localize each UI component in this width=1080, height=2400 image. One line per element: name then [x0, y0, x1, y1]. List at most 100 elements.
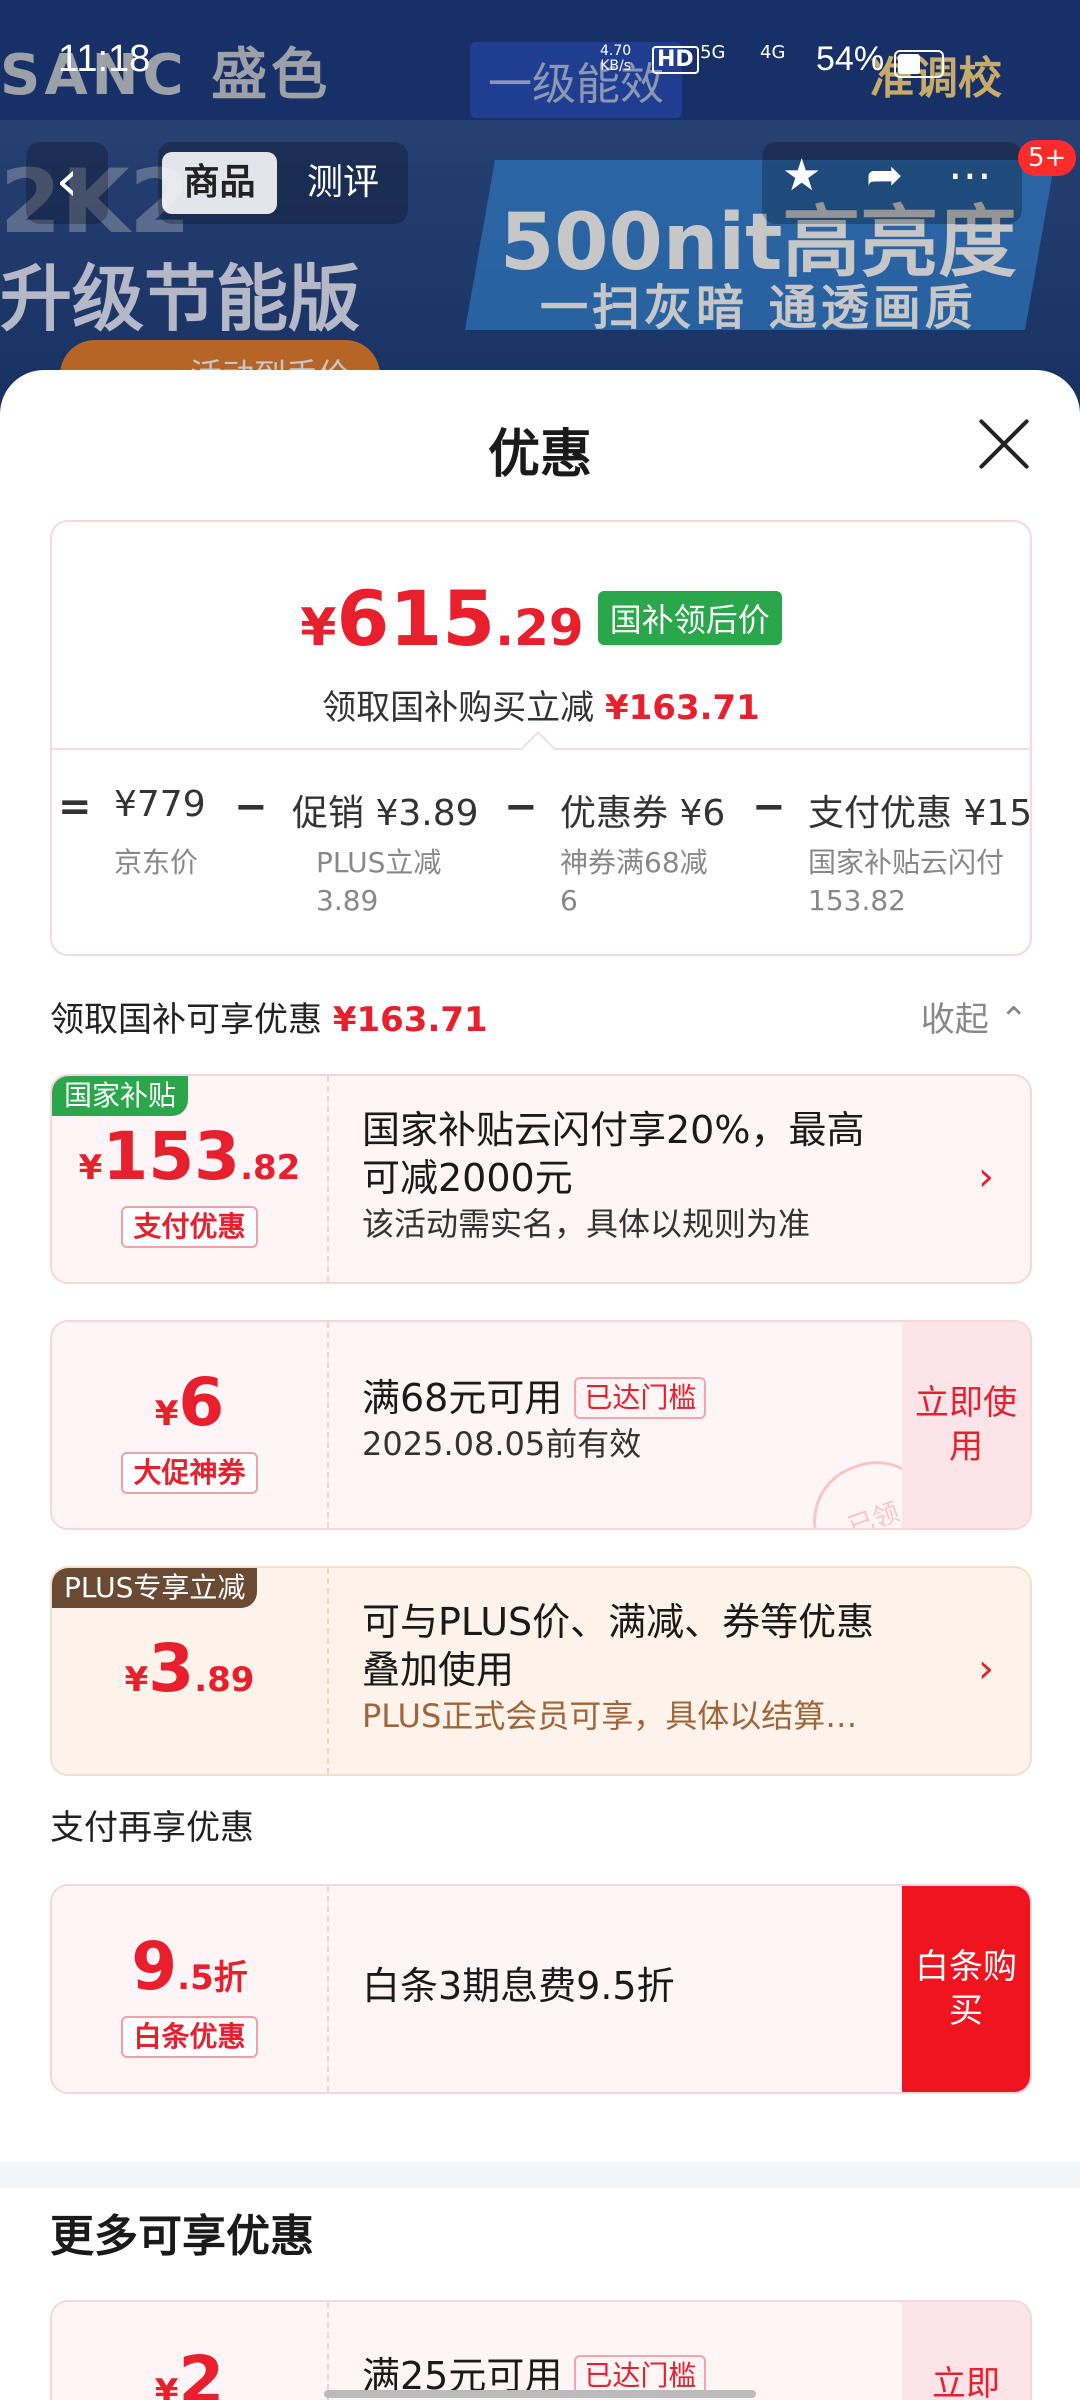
- card-tag: 支付优惠: [121, 1206, 258, 1248]
- card-amount-integer: 153: [102, 1118, 241, 1195]
- calc-label-line: PLUS立减: [316, 846, 442, 879]
- card-title-line: 可与PLUS价、满减、券等优惠: [362, 1600, 875, 1644]
- baitiao-card[interactable]: 9.5折 白条优惠 白条3期息费9.5折 白条购买: [50, 1884, 1032, 2094]
- card-tag-wrap: 白条优惠: [52, 2016, 327, 2058]
- coupon-condition: 满68元可用: [362, 1376, 563, 1420]
- hd-icon: HD: [652, 46, 699, 74]
- signal-4g-icon: 4G: [760, 42, 786, 63]
- card-amount-integer: 9: [131, 1928, 178, 2005]
- card-amount-currency: ¥: [154, 2372, 179, 2400]
- collapse-button[interactable]: 收起 ⌃: [921, 992, 1028, 1041]
- price-subtitle-amount: ¥163.71: [604, 688, 760, 728]
- card-tag: 白条优惠: [121, 2016, 258, 2058]
- card-amount-decimal: .5折: [177, 1958, 248, 1998]
- back-button[interactable]: ‹: [26, 142, 108, 224]
- coupon-card-more[interactable]: ¥2 满25元可用 已达门槛 立即: [50, 2300, 1032, 2400]
- card-content: 白条3期息费9.5折: [362, 1962, 675, 2010]
- chevron-right-icon[interactable]: ›: [978, 1154, 994, 1200]
- net-speed-unit: KB/s: [600, 58, 631, 74]
- card-content: 满68元可用 已达门槛 2025.08.05前有效: [362, 1374, 707, 1466]
- calc-label: 神券满68减 6: [560, 844, 708, 920]
- calc-value: 优惠券 ¥6: [560, 793, 726, 834]
- use-now-button[interactable]: 立即使用: [902, 1322, 1030, 1528]
- card-amount-integer: 6: [178, 1364, 225, 1441]
- card-note: 该活动需实名，具体以规则为准: [362, 1205, 811, 1243]
- card-title-line: 叠加使用: [362, 1648, 515, 1692]
- calc-label: PLUS立减 3.89: [316, 844, 441, 920]
- card-content: 可与PLUS价、满减、券等优惠 叠加使用 PLUS正式会员可享，具体以结算…: [362, 1598, 874, 1738]
- product-nav: ‹ 商品 测评 ★ ➦ ⋯ 5+: [0, 140, 1080, 230]
- payment-discount-header: 支付再享优惠: [50, 1808, 254, 1848]
- battery-icon: [894, 50, 944, 78]
- more-icon[interactable]: ⋯: [948, 150, 992, 201]
- use-now-button[interactable]: 立即: [902, 2302, 1030, 2400]
- chevron-right-icon[interactable]: ›: [978, 1646, 994, 1692]
- card-amount-currency: ¥: [78, 1148, 103, 1188]
- final-price: ¥615.29 国补领后价: [52, 574, 1030, 663]
- minus-sign: −: [504, 784, 538, 830]
- card-amount-integer: 2: [178, 2342, 225, 2400]
- calc-label: 京东价: [114, 846, 199, 879]
- card-amount: ¥3.89: [52, 1630, 327, 1707]
- calc-label: 国家补贴云闪付 153.82: [808, 844, 1004, 920]
- card-corner-tag: 国家补贴: [52, 1076, 189, 1116]
- equals-sign: =: [58, 784, 92, 830]
- card-tag: 大促神券: [121, 1452, 258, 1494]
- threshold-badge: 已达门槛: [574, 1377, 707, 1419]
- sheet-title: 优惠: [487, 425, 592, 485]
- card-divider: [327, 1568, 329, 1774]
- signal-5g-icon: 5G: [700, 42, 726, 63]
- card-title-line: 满68元可用 已达门槛: [362, 1374, 707, 1422]
- coupon-card[interactable]: ¥6 大促神券 满68元可用 已达门槛 2025.08.05前有效 已领 立即使用: [50, 1320, 1032, 1530]
- calc-value: 促销 ¥3.89: [292, 793, 479, 834]
- section-amount: ¥163.71: [332, 1000, 488, 1040]
- national-subsidy-card[interactable]: 国家补贴 ¥153.82 支付优惠 国家补贴云闪付享20%，最高 可减2000元…: [50, 1074, 1032, 1284]
- price-subtitle: 领取国补购买立减 ¥163.71: [52, 680, 1030, 729]
- card-amount: 9.5折: [52, 1928, 327, 2005]
- battery-percent: 54%: [816, 40, 885, 78]
- card-note: PLUS正式会员可享，具体以结算…: [362, 1697, 858, 1735]
- price-divider: [52, 731, 1030, 765]
- calc-label-line: 6: [560, 884, 578, 917]
- home-indicator[interactable]: [324, 2390, 756, 2398]
- card-amount: ¥153.82: [52, 1118, 327, 1195]
- share-icon[interactable]: ➦: [866, 150, 903, 201]
- calc-label-line: 神券满68减: [560, 846, 708, 879]
- calc-label-line: 3.89: [316, 884, 379, 917]
- calc-value: 支付优惠 ¥15: [808, 793, 1032, 834]
- minus-sign: −: [234, 784, 268, 830]
- card-divider: [327, 1322, 329, 1528]
- price-integer: 615: [336, 574, 496, 663]
- minus-sign: −: [752, 784, 786, 830]
- close-icon[interactable]: [976, 416, 1032, 472]
- card-corner-tag: PLUS专享立减: [52, 1568, 258, 1608]
- coupon-expiry: 2025.08.05前有效: [362, 1425, 642, 1463]
- card-title-line: 白条3期息费9.5折: [362, 1964, 675, 2008]
- national-subsidy-header: 领取国补可享优惠 ¥163.71 收起 ⌃: [50, 992, 1028, 1041]
- price-currency: ¥: [300, 598, 337, 658]
- card-divider: [327, 1076, 329, 1282]
- calc-label-line: 国家补贴云闪付: [808, 846, 1005, 879]
- calc-label-line: 153.82: [808, 884, 906, 917]
- tab-review[interactable]: 测评: [288, 152, 398, 214]
- favorite-star-icon[interactable]: ★: [782, 150, 821, 201]
- status-time: 11:18: [58, 38, 151, 80]
- card-amount: ¥6: [52, 1364, 327, 1441]
- net-speed-value: 4.70: [600, 43, 632, 59]
- card-tag-wrap: 大促神券: [52, 1452, 327, 1494]
- baitiao-buy-button[interactable]: 白条购买: [902, 1886, 1030, 2092]
- card-divider: [327, 1886, 329, 2092]
- section-label: 领取国补可享优惠: [50, 1000, 322, 1040]
- plus-discount-card[interactable]: PLUS专享立减 ¥3.89 可与PLUS价、满减、券等优惠 叠加使用 PLUS…: [50, 1566, 1032, 1776]
- section-separator: [0, 2162, 1080, 2188]
- status-bar: 11:18 4.70 KB/s HD 5G 4G 54%: [0, 30, 1080, 90]
- net-speed: 4.70 KB/s: [600, 44, 631, 74]
- card-divider: [327, 2302, 329, 2400]
- tab-product[interactable]: 商品: [162, 152, 277, 214]
- price-decimal: .29: [495, 599, 584, 657]
- card-title-line: 国家补贴云闪付享20%，最高: [362, 1108, 865, 1152]
- card-amount: ¥2: [52, 2342, 327, 2400]
- card-amount-integer: 3: [148, 1630, 195, 1707]
- nav-actions: ★ ➦ ⋯: [762, 142, 1022, 224]
- more-discounts-title: 更多可享优惠: [50, 2211, 314, 2262]
